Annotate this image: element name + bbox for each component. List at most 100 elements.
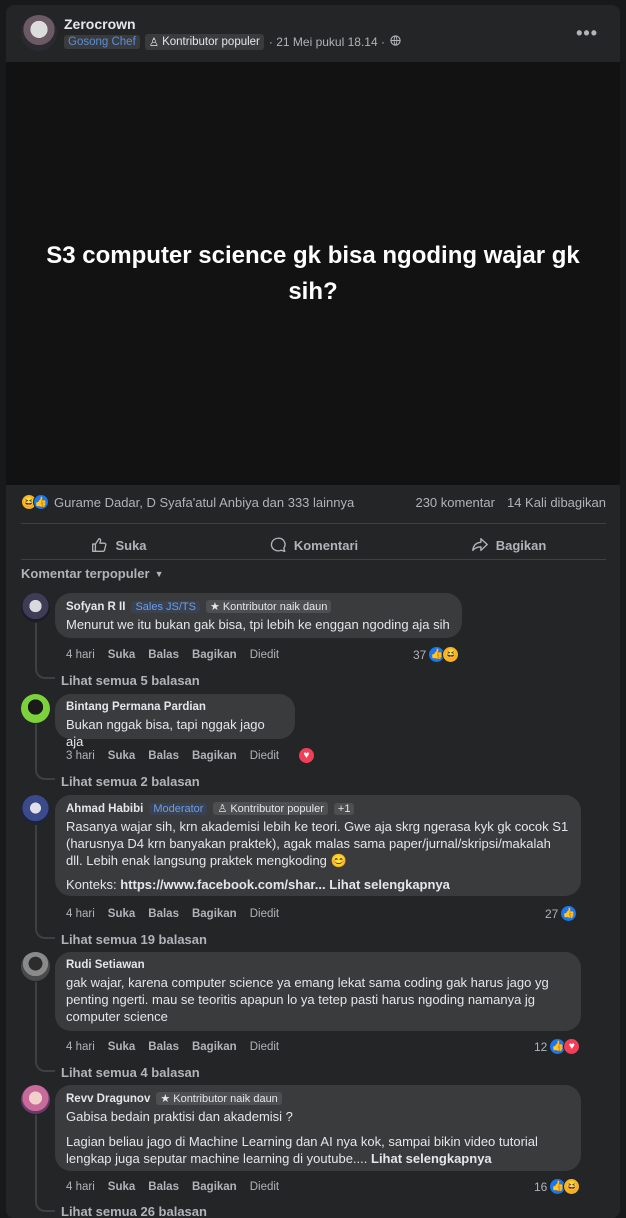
- comment-time[interactable]: 4 hari: [66, 1181, 95, 1193]
- comment-paragraph: Rasanya wajar sih, krn akademisi lebih k…: [66, 819, 569, 868]
- comment-bubble: Revv Dragunov ★ Kontributor naik daun Gab…: [55, 1085, 581, 1171]
- contributor-badge[interactable]: ♙ Kontributor populer: [144, 34, 264, 50]
- award-icon: ♙: [148, 37, 160, 49]
- divider: [21, 523, 606, 524]
- commenter-name[interactable]: Rudi Setiawan: [66, 959, 145, 971]
- reaction-count: 16: [534, 1179, 548, 1194]
- comment-text: Bukan nggak bisa, tapi nggak jago aja: [66, 717, 265, 749]
- comment-button[interactable]: Komentari: [216, 527, 411, 563]
- haha-reaction-icon: 😆: [442, 646, 460, 663]
- reaction-icons[interactable]: 😆 👍: [21, 494, 49, 510]
- haha-reaction-icon: 😆: [563, 1178, 581, 1195]
- commenter-name[interactable]: Bintang Permana Pardian: [66, 701, 206, 713]
- post-timestamp[interactable]: · 21 Mei pukul 18.14 ·: [269, 35, 385, 49]
- comment-share-button[interactable]: Bagikan: [192, 649, 237, 661]
- comment-reactions[interactable]: 27 👍: [545, 905, 578, 922]
- comment-time[interactable]: 4 hari: [66, 1041, 95, 1053]
- comment-text: gak wajar, karena computer science ya em…: [66, 975, 549, 1024]
- edited-label[interactable]: Diedit: [250, 649, 279, 661]
- edited-label[interactable]: Diedit: [250, 750, 279, 762]
- comment-reply-button[interactable]: Balas: [148, 750, 179, 762]
- comment-reactions[interactable]: 12 👍 ♥: [534, 1038, 581, 1055]
- comment-bubble: Rudi Setiawan gak wajar, karena computer…: [55, 952, 581, 1031]
- commenter-name[interactable]: Revv Dragunov: [66, 1093, 150, 1105]
- share-count[interactable]: 14 Kali dibagikan: [507, 495, 606, 510]
- see-more-link[interactable]: Lihat selengkapnya: [371, 1151, 492, 1166]
- comment-meta: 4 hari Suka Balas Bagikan Diedit: [66, 649, 279, 661]
- thread-line: [35, 1198, 55, 1212]
- comment-like-button[interactable]: Suka: [108, 750, 136, 762]
- share-button[interactable]: Bagikan: [411, 527, 606, 563]
- author-avatar[interactable]: [21, 15, 57, 51]
- context-link[interactable]: https://www.facebook.com/shar...: [120, 877, 325, 892]
- role-badge[interactable]: Sales JS/TS: [131, 600, 200, 613]
- comment-share-button[interactable]: Bagikan: [192, 1041, 237, 1053]
- comment-like-button[interactable]: Suka: [108, 908, 136, 920]
- post-text: S3 computer science gk bisa ngoding waja…: [46, 241, 580, 305]
- view-replies-link[interactable]: Lihat semua 2 balasan: [61, 774, 200, 789]
- commenter-avatar[interactable]: [21, 1085, 50, 1114]
- group-badge[interactable]: Gosong Chef: [64, 35, 140, 49]
- comment-reactions[interactable]: 16 👍 😆: [534, 1178, 581, 1195]
- sort-label: Komentar terpopuler: [21, 566, 150, 581]
- comment-sort-dropdown[interactable]: Komentar terpopuler ▼: [21, 566, 164, 581]
- commenter-avatar[interactable]: [21, 952, 50, 981]
- comment-bubble: Sofyan R II Sales JS/TS ★ Kontributor nai…: [55, 593, 462, 638]
- commenter-avatar[interactable]: [21, 694, 50, 723]
- comment-like-button[interactable]: Suka: [108, 649, 136, 661]
- edited-label[interactable]: Diedit: [250, 1181, 279, 1193]
- share-label: Bagikan: [495, 537, 547, 553]
- comment-reactions[interactable]: ♥: [298, 747, 315, 764]
- commenter-name[interactable]: Sofyan R II: [66, 601, 125, 613]
- author-name[interactable]: Zerocrown: [64, 16, 136, 32]
- comment-like-button[interactable]: Suka: [108, 1041, 136, 1053]
- comment-share-button[interactable]: Bagikan: [192, 1181, 237, 1193]
- role-badge[interactable]: Moderator: [149, 802, 208, 815]
- reaction-count: 12: [534, 1039, 548, 1054]
- like-button[interactable]: Suka: [21, 527, 216, 563]
- comment-count[interactable]: 230 komentar: [415, 495, 495, 510]
- edited-label[interactable]: Diedit: [250, 908, 279, 920]
- comment-text: Menurut we itu bukan gak bisa, tpi lebih…: [66, 617, 450, 632]
- post-actions: Suka Komentari Bagikan: [21, 527, 606, 563]
- like-reaction-icon: 👍: [33, 494, 49, 510]
- more-options-icon[interactable]: •••: [576, 23, 598, 44]
- context-label: Konteks:: [66, 877, 117, 892]
- reaction-count: 27: [545, 906, 559, 921]
- comment-reply-button[interactable]: Balas: [148, 1041, 179, 1053]
- commenter-avatar[interactable]: [21, 593, 50, 622]
- comment-time[interactable]: 3 hari: [66, 750, 95, 762]
- edited-label[interactable]: Diedit: [250, 1041, 279, 1053]
- comment-share-button[interactable]: Bagikan: [192, 908, 237, 920]
- see-more-link[interactable]: Lihat selengkapnya: [329, 877, 450, 892]
- view-replies-link[interactable]: Lihat semua 4 balasan: [61, 1065, 200, 1080]
- caret-down-icon: ▼: [154, 568, 164, 579]
- view-replies-link[interactable]: Lihat semua 26 balasan: [61, 1204, 207, 1218]
- comment-reply-button[interactable]: Balas: [148, 1181, 179, 1193]
- comment-meta: 4 hari Suka Balas Bagikan Diedit: [66, 1041, 279, 1053]
- comment-reply-button[interactable]: Balas: [148, 649, 179, 661]
- comment-like-button[interactable]: Suka: [108, 1181, 136, 1193]
- comment-share-button[interactable]: Bagikan: [192, 750, 237, 762]
- contributor-badge[interactable]: ★ Kontributor naik daun: [205, 600, 332, 613]
- love-reaction-icon: ♥: [298, 747, 315, 764]
- commenter-name[interactable]: Ahmad Habibi: [66, 803, 143, 815]
- like-reaction-icon: 👍: [560, 905, 578, 922]
- reactors-summary[interactable]: Gurame Dadar, D Syafa'atul Anbiya dan 33…: [54, 495, 354, 510]
- comment-time[interactable]: 4 hari: [66, 908, 95, 920]
- love-reaction-icon: ♥: [563, 1038, 581, 1055]
- comment-text: Rasanya wajar sih, krn akademisi lebih k…: [66, 818, 570, 893]
- view-replies-link[interactable]: Lihat semua 5 balasan: [61, 673, 200, 688]
- like-label: Suka: [115, 537, 147, 553]
- comment-reply-button[interactable]: Balas: [148, 908, 179, 920]
- comment-time[interactable]: 4 hari: [66, 649, 95, 661]
- contributor-badge-label: Kontributor naik daun: [173, 1092, 278, 1105]
- comment-reactions[interactable]: 37 👍 😆: [413, 646, 460, 663]
- contributor-badge[interactable]: ♙ Kontributor populer: [213, 802, 328, 815]
- contributor-badge[interactable]: ★ Kontributor naik daun: [156, 1092, 282, 1105]
- view-replies-link[interactable]: Lihat semua 19 balasan: [61, 932, 207, 947]
- thread-line: [35, 766, 55, 780]
- commenter-avatar[interactable]: [21, 795, 50, 824]
- more-badges[interactable]: +1: [333, 802, 355, 815]
- contributor-badge-label: Kontributor populer: [162, 36, 260, 48]
